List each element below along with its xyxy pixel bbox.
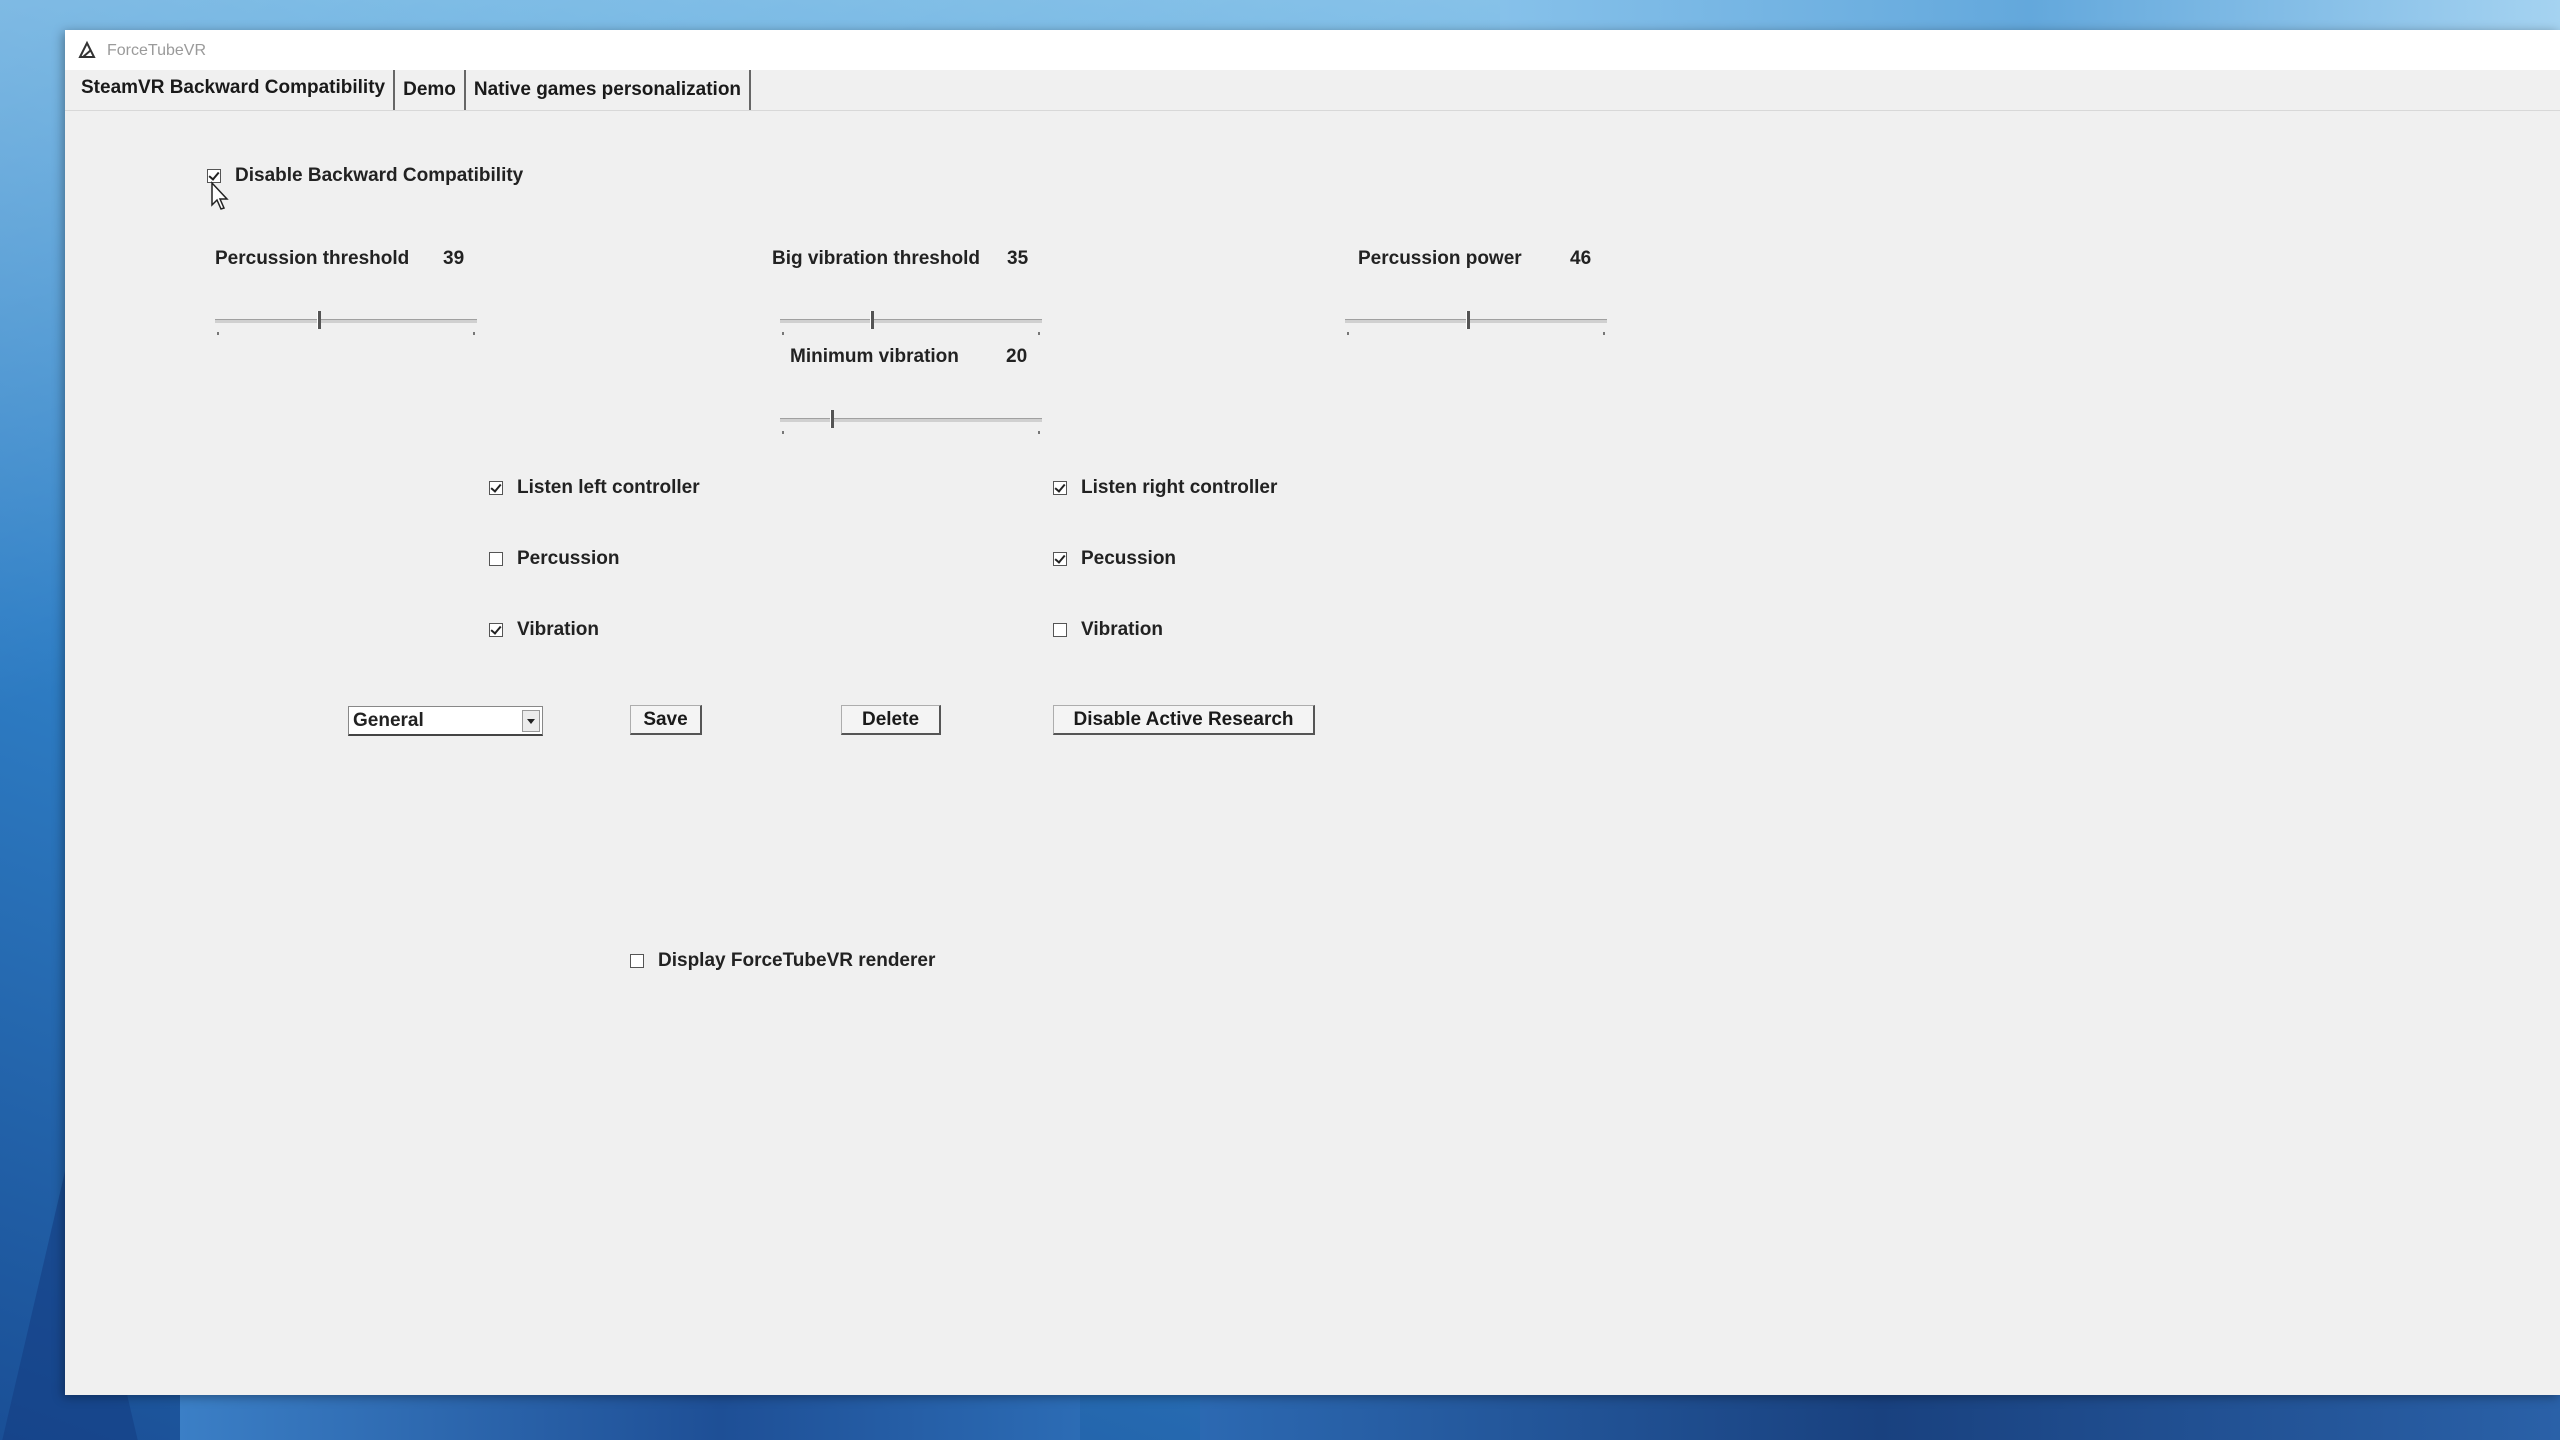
window-title: ForceTubeVR [107,42,206,59]
save-button[interactable]: Save [630,705,702,735]
slider-tick [782,431,784,434]
mouse-pointer-icon [211,181,229,210]
slider-track [780,319,1042,323]
checkbox-label: Listen left controller [517,477,700,498]
slider-track [1345,319,1607,323]
forcetube-app-icon [78,40,96,58]
tab-strip: SteamVR Backward Compatibility Demo Nati… [73,70,752,110]
disable-active-research-button[interactable]: Disable Active Research [1053,705,1315,735]
checkbox-box[interactable] [489,623,503,637]
slider-tick [782,332,784,335]
tab-divider [65,110,2560,111]
slider-tick [1038,332,1040,335]
checkbox-box[interactable] [1053,481,1067,495]
slider-tick [217,332,219,335]
listen-right-controller-checkbox[interactable]: Listen right controller [1053,477,1277,499]
checkbox-label: Disable Backward Compatibility [235,165,524,186]
slider-track [780,418,1042,422]
slider-track [215,319,477,323]
checkbox-box[interactable] [1053,552,1067,566]
slider-thumb[interactable] [870,311,874,329]
app-window: ForceTubeVR SteamVR Backward Compatibili… [65,30,2560,1395]
title-bar[interactable]: ForceTubeVR [65,30,2560,70]
big-vibration-threshold-value: 35 [1007,248,1029,269]
percussion-power-label: Percussion power [1358,248,1522,269]
percussion-threshold-value: 39 [443,248,465,269]
checkbox-box[interactable] [489,481,503,495]
display-renderer-checkbox[interactable]: Display ForceTubeVR renderer [630,950,935,972]
percussion-threshold-slider[interactable] [215,308,477,338]
slider-tick [1038,431,1040,434]
minimum-vibration-value: 20 [1006,346,1028,367]
tab-demo[interactable]: Demo [395,70,466,110]
checkbox-label: Listen right controller [1081,477,1278,498]
slider-thumb[interactable] [1466,311,1470,329]
slider-thumb[interactable] [830,410,834,428]
wallpaper-facet [1500,0,2560,30]
checkbox-box[interactable] [1053,623,1067,637]
left-vibration-checkbox[interactable]: Vibration [489,619,599,641]
percussion-power-value: 46 [1570,248,1592,269]
big-vibration-threshold-label: Big vibration threshold [772,248,980,269]
left-percussion-checkbox[interactable]: Percussion [489,548,619,570]
listen-left-controller-checkbox[interactable]: Listen left controller [489,477,700,499]
disable-backward-compatibility-checkbox[interactable]: Disable Backward Compatibility [207,165,523,187]
checkbox-box[interactable] [630,954,644,968]
minimum-vibration-label: Minimum vibration [790,346,959,367]
percussion-power-slider[interactable] [1345,308,1607,338]
checkbox-label: Vibration [517,619,599,640]
chevron-down-icon[interactable] [522,710,540,732]
right-percussion-checkbox[interactable]: Pecussion [1053,548,1176,570]
profile-dropdown-value: General [353,710,424,731]
checkbox-label: Display ForceTubeVR renderer [658,950,936,971]
slider-tick [1347,332,1349,335]
wallpaper-facet [180,1395,1080,1440]
big-vibration-threshold-slider[interactable] [780,308,1042,338]
checkbox-label: Pecussion [1081,548,1177,569]
checkbox-label: Vibration [1081,619,1163,640]
slider-thumb[interactable] [317,311,321,329]
profile-dropdown[interactable]: General [348,706,543,736]
percussion-threshold-label: Percussion threshold [215,248,410,269]
slider-tick [473,332,475,335]
minimum-vibration-slider[interactable] [780,407,1042,437]
checkbox-box[interactable] [489,552,503,566]
tab-steamvr-backward-compatibility[interactable]: SteamVR Backward Compatibility [73,70,396,110]
tab-native-games-personalization[interactable]: Native games personalization [466,70,752,110]
delete-button[interactable]: Delete [841,705,941,735]
wallpaper-facet [1200,1395,2560,1440]
slider-tick [1603,332,1605,335]
checkbox-label: Percussion [517,548,620,569]
right-vibration-checkbox[interactable]: Vibration [1053,619,1163,641]
